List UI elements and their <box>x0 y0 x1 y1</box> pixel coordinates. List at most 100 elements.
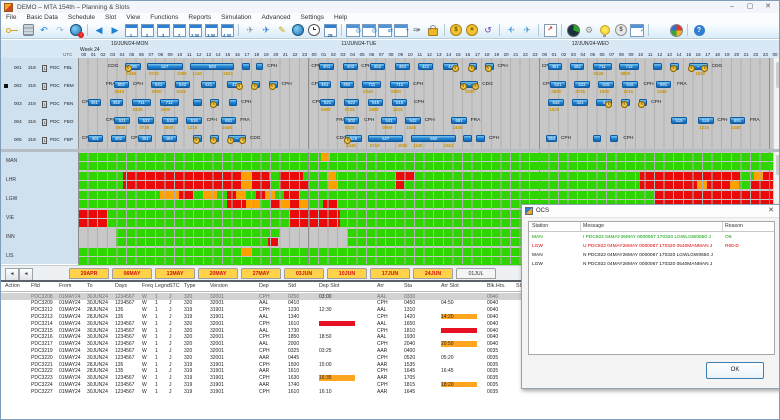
flight-bar[interactable]: 691 <box>451 117 467 124</box>
column-header-arr-slot[interactable]: Arr Slot <box>441 283 459 289</box>
process-gears-icon[interactable]: ⚙ <box>582 23 596 37</box>
close-button[interactable]: ✕ <box>759 1 777 12</box>
ocs-column-reason[interactable]: Reason <box>725 223 743 229</box>
week-tab-20may[interactable]: 20MAY <box>198 268 238 279</box>
flight-bar[interactable] <box>228 99 238 106</box>
flight-bar[interactable]: 712 <box>619 63 639 70</box>
column-header-blk-hrs-[interactable]: Blk.Hrs. <box>487 283 506 289</box>
column-header-from[interactable]: From <box>59 283 71 289</box>
column-header-dep[interactable]: Dep <box>259 283 269 289</box>
flight-bar[interactable]: 522 <box>138 117 154 124</box>
ok-button[interactable]: OK <box>706 362 764 379</box>
gantt-row-label-FBL[interactable]: 001 319 1 PDC FBL <box>1 59 78 77</box>
week-tab-03jun[interactable]: 03JUN <box>284 268 324 279</box>
import-window-icon[interactable]: ◎ <box>362 23 377 37</box>
flight-bar[interactable]: 454 <box>161 135 177 142</box>
flight-bar[interactable]: 421 <box>417 63 434 70</box>
list-options-icon[interactable] <box>653 23 667 37</box>
column-header-type[interactable]: Type <box>184 283 195 289</box>
flight-bar[interactable]: 452 <box>369 63 386 70</box>
flight-bar[interactable]: 402 <box>110 135 126 142</box>
flight-bar[interactable]: 526 $ <box>124 63 142 72</box>
flight-bar[interactable]: 691 <box>655 81 672 88</box>
flight-bar[interactable]: 42 $ <box>226 81 243 90</box>
flight-bar[interactable]: $ <box>468 63 478 72</box>
redo-icon[interactable]: ↷ <box>53 23 67 37</box>
price-search-icon[interactable]: $ <box>449 23 463 37</box>
flight-bar[interactable]: 515 <box>162 117 178 124</box>
fare-card-icon[interactable]: ¤ <box>465 23 479 37</box>
flight-bar[interactable]: 516 <box>186 117 202 124</box>
flight-bar[interactable] <box>242 63 250 70</box>
database-icon[interactable] <box>21 23 35 37</box>
flight-bar[interactable]: $ <box>484 63 494 72</box>
flight-bar[interactable]: 541 <box>150 81 167 88</box>
flight-bar[interactable]: 711 <box>131 99 151 106</box>
world-time-icon[interactable] <box>291 23 305 37</box>
flight-bar[interactable]: 550 <box>190 63 235 70</box>
flight-bar[interactable]: 4 $ <box>596 99 613 108</box>
flight-bar[interactable]: 691 <box>221 117 237 124</box>
flight-bar[interactable]: 515 <box>367 99 384 106</box>
flight-bar[interactable]: 691 <box>729 117 746 124</box>
flight-bar[interactable]: 521 <box>114 117 130 124</box>
flight-bar[interactable] <box>193 99 202 106</box>
flight-bar[interactable]: 515 <box>598 81 614 88</box>
ocs-message-row[interactable]: MAN I PDC922 04MAY26MAY 0000067 170320 LG… <box>529 233 774 242</box>
view-3week-icon[interactable]: 3 W <box>204 23 218 38</box>
gantt-row-label-FBP[interactable]: 005 319 1 PDC FBP <box>1 131 78 149</box>
flight-bar[interactable]: $ <box>669 63 679 72</box>
flight-bar[interactable]: 522 <box>343 99 360 106</box>
currency-icon[interactable]: $ <box>614 23 628 37</box>
flight-bar[interactable]: 711 <box>592 63 612 70</box>
gantt-vertical-scrollbar[interactable] <box>773 58 779 149</box>
flight-bar[interactable]: $ <box>268 81 278 90</box>
flight-bar[interactable]: $ <box>638 99 648 108</box>
menu-functions[interactable]: Functions <box>145 14 183 21</box>
week-tab-29apr[interactable]: 29APR <box>69 268 109 279</box>
flight-bar[interactable] <box>653 63 662 70</box>
month-28-icon[interactable]: 28 <box>323 23 337 38</box>
flight-bar[interactable]: 451 <box>548 63 562 70</box>
flight-bar[interactable]: $ <box>192 135 202 144</box>
airport-scroll-thumb[interactable] <box>775 155 779 175</box>
week-tab-01jul[interactable]: 01JUL <box>456 268 496 279</box>
flight-bar[interactable] <box>476 135 486 142</box>
flight-bar[interactable]: 516 <box>622 81 638 88</box>
flight-bar[interactable] <box>255 63 264 70</box>
capacity-pie-icon[interactable] <box>566 23 580 37</box>
flight-bar[interactable]: $ <box>251 81 261 90</box>
menu-basic-data[interactable]: Basic Data <box>21 14 62 21</box>
gantt-scroll-thumb[interactable] <box>775 62 779 88</box>
flight-bar[interactable]: 515 <box>671 117 687 124</box>
publish-error-icon[interactable]: ! <box>69 23 84 38</box>
maximize-button[interactable]: ▢ <box>741 1 759 12</box>
flight-bar[interactable]: $ <box>209 99 220 108</box>
menu-schedule[interactable]: Schedule <box>63 14 100 21</box>
idea-bulb-icon[interactable] <box>598 23 612 37</box>
flight-bar[interactable]: 401 <box>318 63 335 70</box>
flight-bar[interactable]: ~ $ $ <box>227 135 247 144</box>
column-header-days[interactable]: Days <box>115 283 127 289</box>
flight-bar[interactable]: 516 <box>391 99 408 106</box>
aircraft-gray-icon[interactable]: ✈ <box>243 23 257 37</box>
flight-bar[interactable]: 42 $ <box>442 63 459 72</box>
column-header-sta[interactable]: Sta <box>404 283 412 289</box>
week-tab-17jun[interactable]: 17JUN <box>370 268 410 279</box>
flight-bar[interactable]: 712 <box>159 99 179 106</box>
prev-period-icon[interactable]: ◀ <box>92 23 106 37</box>
menu-file[interactable]: File <box>1 14 21 21</box>
menu-view[interactable]: View <box>121 14 145 21</box>
view-2week-icon[interactable]: 2 W <box>188 23 202 38</box>
view-3day-icon[interactable]: 3 <box>156 23 170 38</box>
transfer-window-icon[interactable]: ⇄ <box>378 23 393 37</box>
ocs-message-row[interactable]: LGW U PDC922 04MAY26MAY 0000067 170320 05… <box>529 242 774 251</box>
gantt-row-label-FBM[interactable]: 002 319 1 PDC FBM <box>1 77 78 95</box>
aircraft-blue-icon[interactable]: ✈ <box>259 23 273 37</box>
flight-bar[interactable]: 421 <box>200 81 217 88</box>
flight-bar[interactable] <box>592 135 602 142</box>
flight-bar[interactable]: 521 <box>550 81 566 88</box>
column-header-arr[interactable]: Arr <box>377 283 384 289</box>
flight-bar[interactable]: 521 <box>319 99 336 106</box>
flight-bar[interactable]: 402 <box>342 63 359 70</box>
